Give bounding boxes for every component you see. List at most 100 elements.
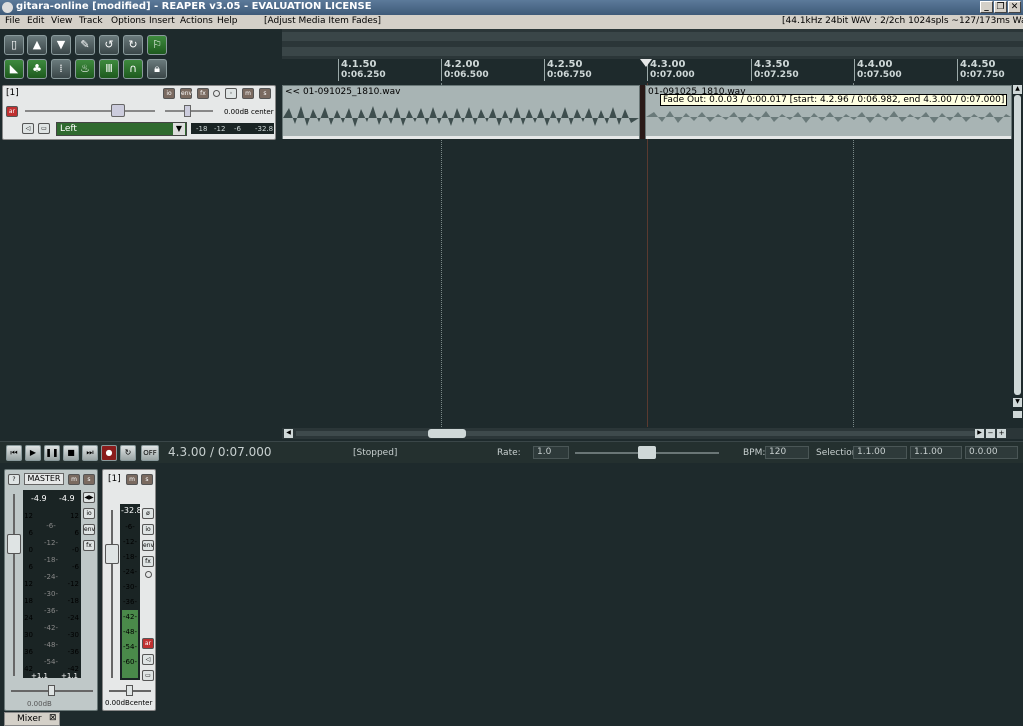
track-solo-button[interactable]: s bbox=[259, 88, 271, 99]
ruler-tick: 4.4.00 0:07.500 bbox=[854, 59, 902, 81]
track-input-icon[interactable]: ▭ bbox=[38, 123, 50, 134]
menu-help[interactable]: Help bbox=[217, 16, 238, 26]
track-input-select[interactable]: Left ▼ bbox=[56, 122, 187, 136]
master-pan-knob[interactable] bbox=[48, 685, 55, 696]
go-to-start-icon[interactable]: ⏮︎ bbox=[6, 445, 22, 461]
grid-icon[interactable]: ⁞ bbox=[51, 59, 71, 79]
auto-crossfade-button[interactable]: OFF bbox=[141, 445, 159, 461]
mixer-track-env-button[interactable]: env bbox=[142, 540, 154, 551]
selection-length-input[interactable]: 0.0.00 bbox=[965, 446, 1018, 459]
region-marker-lanes[interactable] bbox=[282, 29, 1023, 59]
track-phase-icon[interactable] bbox=[213, 90, 220, 97]
master-mono-icon[interactable]: ◀▶ bbox=[83, 492, 95, 503]
track-volume-slider[interactable] bbox=[25, 110, 155, 112]
crossfade-icon[interactable]: Ⅲ bbox=[99, 59, 119, 79]
ruler-tick: 4.4.50 0:07.750 bbox=[957, 59, 1005, 81]
track-volume-knob[interactable] bbox=[111, 104, 125, 117]
master-fx-button[interactable]: fx bbox=[83, 540, 95, 551]
master-mute-button[interactable]: m bbox=[68, 474, 80, 485]
mixer-track-monitor-icon[interactable]: ◁ bbox=[142, 654, 154, 665]
zoom-in-vertical-icon[interactable] bbox=[1013, 411, 1022, 418]
track-monitor-icon[interactable]: ◁ bbox=[22, 123, 34, 134]
play-icon[interactable]: ▶ bbox=[25, 445, 41, 461]
mixer-track-input-icon[interactable]: ▭ bbox=[142, 670, 154, 681]
scroll-left-icon[interactable]: ◀ bbox=[284, 429, 293, 438]
lock-icon[interactable]: 🔒︎ bbox=[147, 59, 167, 79]
scroll-up-icon[interactable]: ▲ bbox=[1013, 85, 1022, 94]
mixer-track-pan-knob[interactable] bbox=[126, 685, 133, 696]
open-project-icon[interactable]: ▲ bbox=[27, 35, 47, 55]
track-arm-button[interactable]: ar bbox=[6, 106, 18, 117]
mixer-track-volume-readout: 0.00dBcenter bbox=[105, 699, 153, 707]
save-project-icon[interactable]: ▼ bbox=[51, 35, 71, 55]
mixer-track-io-button[interactable]: io bbox=[142, 524, 154, 535]
master-volume-slider[interactable] bbox=[13, 494, 15, 676]
pause-icon[interactable]: ❚❚ bbox=[44, 445, 60, 461]
restore-button[interactable]: ❐ bbox=[994, 1, 1007, 13]
close-button[interactable]: ✕ bbox=[1008, 1, 1021, 13]
ruler-tick: 4.1.50 0:06.250 bbox=[338, 59, 386, 81]
menu-insert[interactable]: Insert bbox=[149, 16, 175, 26]
zoom-in-icon[interactable]: + bbox=[997, 429, 1006, 438]
mixer-track-arm-button[interactable]: ar bbox=[142, 638, 154, 649]
track-record-mode-icon[interactable]: ◦ bbox=[225, 88, 237, 99]
vertical-scrollbar[interactable]: ▲ ▼ bbox=[1012, 83, 1023, 427]
track-mute-button[interactable]: m bbox=[242, 88, 254, 99]
go-to-end-icon[interactable]: ⏭︎ bbox=[82, 445, 98, 461]
track-io-button[interactable]: io bbox=[163, 88, 175, 99]
rate-input[interactable]: 1.0 bbox=[533, 446, 569, 459]
master-io-button[interactable]: io bbox=[83, 508, 95, 519]
mixer-track-number: [1] bbox=[108, 474, 121, 484]
redo-icon[interactable]: ↻ bbox=[123, 35, 143, 55]
mixer-tab-close-icon[interactable]: ⊠ bbox=[49, 713, 57, 723]
rate-slider-knob[interactable] bbox=[638, 446, 656, 459]
menu-actions[interactable]: Actions bbox=[180, 16, 213, 26]
bpm-input[interactable]: 120 bbox=[765, 446, 809, 459]
mixer-tab[interactable]: Mixer ⊠ bbox=[4, 712, 60, 726]
stop-icon[interactable]: ■ bbox=[63, 445, 79, 461]
mixer-track-mute-button[interactable]: m bbox=[126, 474, 138, 485]
project-settings-icon[interactable]: ✎ bbox=[75, 35, 95, 55]
mixer-track-solo-button[interactable]: s bbox=[141, 474, 153, 485]
selection-end-input[interactable]: 1.1.00 bbox=[910, 446, 962, 459]
menu-options[interactable]: Options bbox=[111, 16, 146, 26]
scroll-right-icon[interactable]: ▶ bbox=[975, 429, 984, 438]
horizontal-scrollbar[interactable]: ◀ ▶ − + bbox=[282, 428, 1023, 439]
metronome-icon[interactable]: ⚐ bbox=[147, 35, 167, 55]
edit-cursor-marker-icon[interactable] bbox=[640, 59, 652, 67]
media-item[interactable]: << 01-091025_1810.wav bbox=[282, 85, 640, 139]
track-env-button[interactable]: env bbox=[180, 88, 192, 99]
new-project-icon[interactable]: ▯ bbox=[4, 35, 24, 55]
mixer-track-record-mode-icon[interactable] bbox=[145, 571, 152, 578]
master-solo-button[interactable]: s bbox=[83, 474, 95, 485]
track-control-panel: [1] io env fx ◦ m s ar 0.00dB center ◁ ▭… bbox=[2, 85, 276, 140]
mixer-track-fx-button[interactable]: fx bbox=[142, 556, 154, 567]
timeline-ruler[interactable]: 4.1.50 0:06.250 4.2.00 0:06.500 4.2.50 0:06… bbox=[282, 59, 1023, 83]
scroll-down-icon[interactable]: ▼ bbox=[1013, 398, 1022, 407]
envelope-points-icon[interactable]: ∩ bbox=[123, 59, 143, 79]
selection-start-input[interactable]: 1.1.00 bbox=[853, 446, 907, 459]
menu-view[interactable]: View bbox=[51, 16, 72, 26]
undo-icon[interactable]: ↺ bbox=[99, 35, 119, 55]
master-help-icon[interactable]: ? bbox=[8, 474, 20, 485]
menu-file[interactable]: File bbox=[5, 16, 20, 26]
track-fx-button[interactable]: fx bbox=[197, 88, 209, 99]
mixer-track-volume-slider[interactable] bbox=[111, 510, 113, 678]
master-env-button[interactable]: env bbox=[83, 524, 95, 535]
menu-track[interactable]: Track bbox=[79, 16, 103, 26]
menu-edit[interactable]: Edit bbox=[27, 16, 44, 26]
repeat-icon[interactable]: ↻ bbox=[120, 445, 136, 461]
minimize-button[interactable]: _ bbox=[980, 1, 993, 13]
record-icon[interactable]: ● bbox=[101, 445, 117, 461]
track-pan-knob[interactable] bbox=[184, 105, 191, 117]
rate-label: Rate: bbox=[497, 448, 521, 458]
mixer-track-volume-knob[interactable] bbox=[105, 544, 119, 564]
master-volume-knob[interactable] bbox=[7, 534, 21, 554]
vertical-scroll-thumb[interactable] bbox=[1014, 95, 1021, 395]
item-grouping-icon[interactable]: ♨ bbox=[75, 59, 95, 79]
ripple-edit-icon[interactable]: ♣ bbox=[27, 59, 47, 79]
zoom-out-icon[interactable]: − bbox=[986, 429, 995, 438]
mixer-track-phase-icon[interactable]: ø bbox=[142, 508, 154, 519]
snap-icon[interactable]: ◣ bbox=[4, 59, 24, 79]
horizontal-scroll-thumb[interactable] bbox=[428, 429, 466, 438]
